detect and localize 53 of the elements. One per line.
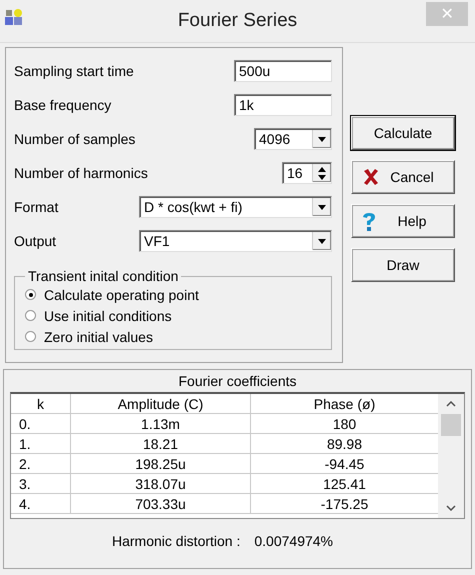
table-cell-text: 89.98 (326, 434, 364, 453)
text-field[interactable]: 500u (234, 60, 332, 82)
column-header: k (11, 394, 71, 413)
table-cell: 3. (11, 474, 71, 493)
dropdown-arrow-icon (318, 204, 326, 210)
table-cell: 2. (11, 454, 71, 473)
table-cell: 318.07u (71, 474, 251, 493)
column-header: Phase (ø) (312, 394, 376, 413)
scroll-up-icon (446, 401, 456, 407)
dropdown-arrow-icon (318, 238, 326, 244)
distortion-value: 0.0074974% (254, 533, 334, 549)
radio-option[interactable]: Calculate operating point (25, 284, 323, 305)
dropdown-arrow-icon (318, 136, 326, 142)
scrollbar-thumb[interactable] (441, 414, 461, 436)
table-cell: 703.33u (71, 494, 251, 513)
table-cell: 0. (11, 414, 71, 433)
table-cell-text: -94.45 (324, 454, 366, 473)
dialog-button[interactable]: Cancel (351, 160, 455, 194)
table-cell-text: -175.25 (320, 494, 370, 513)
table-cell: 18.21 (71, 434, 251, 453)
spin-arrows-icon (318, 166, 326, 180)
field-label: Sampling start time (14, 63, 134, 79)
field-label: Format (14, 199, 58, 215)
distortion-label: Harmonic distortion : (112, 533, 240, 549)
dropdown[interactable]: VF1 (139, 230, 332, 252)
window-title: Fourier Series (176, 10, 298, 32)
app-icon (4, 7, 24, 27)
dialog-button[interactable]: Help (351, 204, 455, 238)
text-field[interactable]: 1k (234, 94, 332, 116)
scroll-down-icon (446, 505, 456, 511)
field-label: Output (14, 233, 56, 249)
dropdown[interactable]: 4096 (254, 128, 332, 150)
group-title: Transient inital condition (27, 268, 180, 284)
x-icon (362, 168, 380, 186)
radio-option[interactable]: Zero initial values (25, 326, 323, 347)
column-header: Amplitude (C) (71, 394, 251, 413)
scrollbar[interactable] (438, 394, 464, 518)
field-label: Number of harmonics (14, 165, 148, 181)
radio-option[interactable]: Use initial conditions (25, 305, 323, 326)
table-cell: 1. (11, 434, 71, 453)
field-label: Number of samples (14, 131, 136, 147)
spin-field[interactable]: 16 (282, 162, 332, 184)
dialog-button[interactable]: Calculate (351, 116, 455, 150)
table-cell: 198.25u (71, 454, 251, 473)
dialog-button[interactable]: Draw (351, 248, 455, 282)
question-mark-icon (362, 212, 376, 232)
field-label: Base frequency (14, 97, 112, 113)
table-cell: 4. (11, 494, 71, 513)
dropdown[interactable]: D * cos(kwt + fi) (139, 196, 332, 218)
table-cell: 1.13m (71, 414, 251, 433)
table-cell-text: 125.41 (322, 474, 367, 493)
section-title: Fourier coefficients (177, 372, 298, 391)
table-cell-text: 180 (332, 414, 358, 433)
